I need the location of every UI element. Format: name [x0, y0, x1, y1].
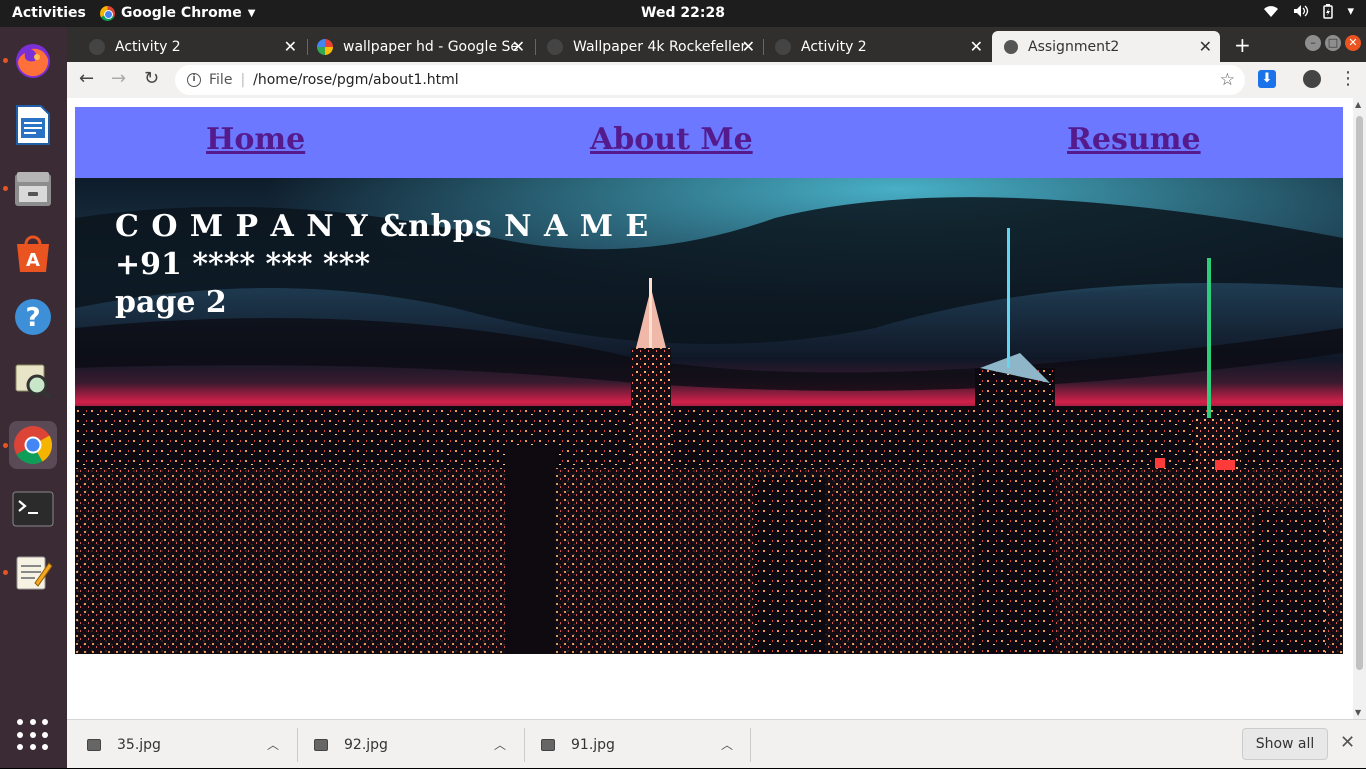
downloads-bar: 35.jpg ︿ 92.jpg ︿ 91.jpg ︿ Show all ✕ [67, 719, 1366, 768]
tab-title: Assignment2 [1028, 38, 1120, 55]
image-file-icon [87, 738, 101, 751]
image-file-icon [314, 738, 328, 751]
running-indicator [3, 570, 8, 575]
svg-text:?: ? [25, 303, 40, 333]
google-icon [317, 38, 333, 55]
close-tab-icon[interactable]: ✕ [512, 37, 525, 56]
tab-assignment2[interactable]: Assignment2 ✕ [992, 31, 1220, 62]
site-nav: Home About Me Resume [75, 107, 1343, 178]
nav-link-home[interactable]: Home [206, 122, 305, 157]
tab-title: Wallpaper 4k Rockefeller [573, 38, 747, 55]
download-filename: 91.jpg [571, 736, 615, 753]
url-text[interactable]: /home/rose/pgm/about1.html [253, 72, 459, 88]
company-name: C O M P A N Y &nbps N A M E [115, 209, 650, 244]
text-editor-icon[interactable] [9, 549, 57, 597]
system-tray[interactable]: ▾ [1263, 4, 1354, 23]
page-viewport: Home About Me Resume C O M P A N Y &nbps… [67, 98, 1353, 719]
scroll-up-arrow-icon[interactable]: ▲ [1355, 100, 1361, 109]
image-viewer-icon[interactable] [9, 357, 57, 405]
chevron-up-icon[interactable]: ︿ [494, 736, 506, 753]
globe-icon [1004, 39, 1018, 54]
nav-link-about[interactable]: About Me [590, 122, 753, 157]
url-divider: | [240, 72, 246, 88]
toolbar: ← → ↻ i File | /home/rose/pgm/about1.htm… [67, 62, 1366, 98]
battery-icon [1323, 4, 1334, 23]
menu-kebab-icon[interactable]: ⋮ [1339, 68, 1357, 89]
show-applications-icon[interactable] [17, 719, 49, 751]
close-window-icon[interactable]: ✕ [1345, 35, 1361, 51]
hero-text: C O M P A N Y &nbps N A M E +91 **** ***… [115, 208, 649, 322]
ubuntu-dock: A ? [0, 27, 67, 768]
tab-activity-2[interactable]: Activity 2 ✕ [77, 31, 305, 62]
power-menu-icon: ▾ [1347, 4, 1354, 19]
tab-wallpaper-google[interactable]: wallpaper hd - Google Se ✕ [305, 31, 533, 62]
running-indicator [3, 443, 8, 448]
chrome-icon [100, 5, 115, 21]
image-file-icon [541, 738, 555, 751]
terminal-icon[interactable] [9, 485, 57, 533]
tab-title: Activity 2 [115, 38, 181, 55]
download-item[interactable]: 35.jpg ︿ [87, 720, 279, 769]
page-favicon [547, 38, 563, 55]
svg-text:A: A [26, 250, 40, 271]
tab-wallpaper-rockefeller[interactable]: Wallpaper 4k Rockefeller ✕ [535, 31, 763, 62]
url-scheme-label: File [209, 72, 233, 88]
download-item[interactable]: 92.jpg ︿ [314, 720, 506, 769]
close-tab-icon[interactable]: ✕ [1199, 37, 1212, 56]
chevron-down-icon: ▼ [247, 7, 256, 19]
download-separator [524, 728, 525, 762]
close-tab-icon[interactable]: ✕ [970, 37, 983, 56]
tab-strip: Activity 2 ✕ wallpaper hd - Google Se ✕ … [67, 27, 1366, 62]
tab-activity-2b[interactable]: Activity 2 ✕ [763, 31, 991, 62]
download-separator [750, 728, 751, 762]
nav-link-resume[interactable]: Resume [1067, 122, 1201, 157]
download-icon[interactable]: ⬇ [1258, 70, 1276, 88]
chevron-up-icon[interactable]: ︿ [267, 736, 279, 753]
gnome-top-bar: Activities Google Chrome ▼ Wed 22:28 ▾ [0, 0, 1366, 27]
page-scrollbar[interactable]: ▲ ▼ [1353, 98, 1366, 719]
close-tab-icon[interactable]: ✕ [284, 37, 297, 56]
chrome-dock-icon[interactable] [9, 421, 57, 469]
page-favicon [775, 38, 791, 55]
app-menu-label: Google Chrome [121, 5, 242, 21]
maximize-window-icon[interactable]: □ [1325, 35, 1341, 51]
download-filename: 92.jpg [344, 736, 388, 753]
close-tab-icon[interactable]: ✕ [742, 37, 755, 56]
running-indicator [3, 58, 8, 63]
reload-button[interactable]: ↻ [144, 68, 159, 89]
chevron-up-icon[interactable]: ︿ [721, 736, 733, 753]
activities-button[interactable]: Activities [12, 5, 86, 21]
libreoffice-writer-icon[interactable] [9, 101, 57, 149]
info-icon[interactable]: i [187, 73, 201, 87]
volume-icon [1293, 4, 1309, 23]
tab-title: wallpaper hd - Google Se [343, 38, 520, 55]
page-favicon [89, 38, 105, 55]
software-center-icon[interactable]: A [9, 229, 57, 277]
show-all-button[interactable]: Show all [1242, 728, 1328, 760]
profile-avatar-icon[interactable] [1303, 70, 1321, 88]
files-icon[interactable] [9, 165, 57, 213]
bookmark-star-icon[interactable]: ☆ [1220, 70, 1235, 90]
forward-button[interactable]: → [111, 68, 126, 89]
firefox-icon[interactable] [9, 37, 57, 85]
wifi-icon [1263, 4, 1279, 23]
download-separator [297, 728, 298, 762]
minimize-window-icon[interactable]: – [1305, 35, 1321, 51]
address-bar[interactable]: i File | /home/rose/pgm/about1.html ☆ [175, 65, 1245, 95]
close-downloads-icon[interactable]: ✕ [1340, 732, 1355, 753]
page-label: page 2 [115, 285, 227, 320]
app-menu[interactable]: Google Chrome ▼ [100, 5, 255, 21]
phone-number: +91 **** *** *** [115, 247, 371, 282]
new-tab-button[interactable]: + [1234, 33, 1251, 57]
help-icon[interactable]: ? [9, 293, 57, 341]
scroll-down-arrow-icon[interactable]: ▼ [1355, 708, 1361, 717]
hero-banner: C O M P A N Y &nbps N A M E +91 **** ***… [75, 178, 1343, 654]
scrollbar-thumb[interactable] [1356, 116, 1363, 670]
tab-title: Activity 2 [801, 38, 867, 55]
download-filename: 35.jpg [117, 736, 161, 753]
back-button[interactable]: ← [79, 68, 94, 89]
running-indicator [3, 186, 8, 191]
download-item[interactable]: 91.jpg ︿ [541, 720, 733, 769]
